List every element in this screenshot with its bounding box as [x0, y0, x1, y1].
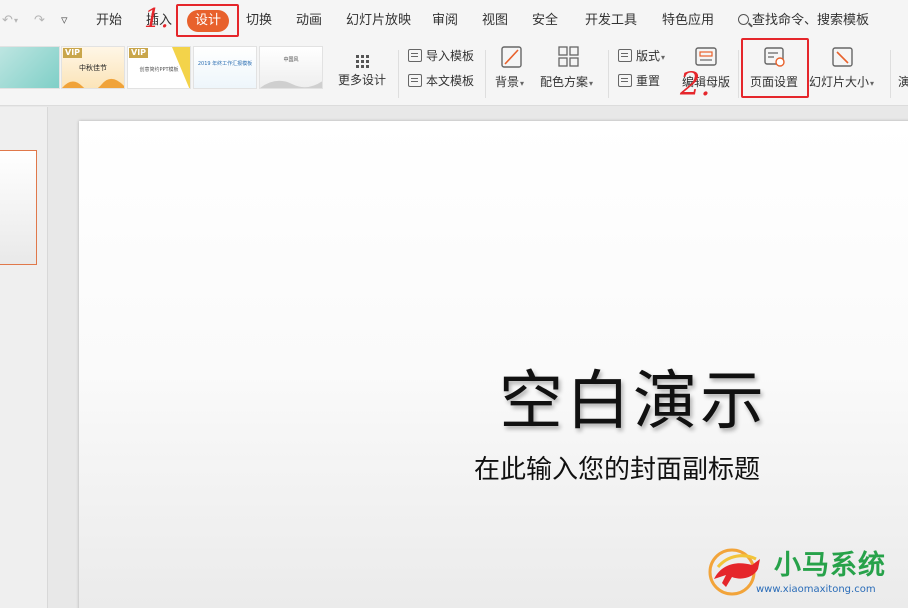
ribbon-next-button-partial[interactable]: 演 [898, 75, 908, 89]
template-decoration-icon [62, 78, 124, 88]
tab-transition[interactable]: 切换 [246, 13, 272, 29]
watermark-url: www.xiaomaxitong.com [756, 584, 876, 595]
ribbon-separator [398, 50, 399, 98]
annotation-box-design-tab [176, 4, 239, 37]
template-decoration-icon [260, 80, 322, 88]
template-thumbnail[interactable]: 2019 年终工作汇报模板 [193, 46, 257, 89]
reset-button[interactable]: 重置 [618, 73, 660, 89]
annotation-step-2: 2. [680, 65, 711, 103]
slide-size-icon [832, 47, 853, 67]
vip-badge: VIP [63, 48, 83, 58]
vip-badge: VIP [129, 48, 149, 58]
ribbon-separator [890, 50, 891, 98]
menu-bar: ↶ ▾ ↷ ▿ 开始 插入 设计 切换 动画 幻灯片放映 审阅 视图 安全 开发… [0, 0, 908, 42]
this-template-button[interactable]: 本文模板 [408, 73, 474, 89]
background-icon [501, 46, 522, 68]
ribbon-separator [738, 50, 739, 98]
this-template-icon [408, 74, 422, 87]
tab-features[interactable]: 特色应用 [662, 13, 714, 29]
template-decoration-icon [172, 47, 190, 88]
template-thumbnail[interactable]: VIP 创意简约PPT模板 [127, 46, 191, 89]
this-template-label: 本文模板 [426, 74, 475, 88]
tab-slideshow[interactable]: 幻灯片放映 [346, 13, 411, 29]
tab-security[interactable]: 安全 [532, 13, 558, 29]
annotation-step-1: 1. [144, 4, 169, 34]
template-thumbnail-text: 中国风 [283, 57, 299, 63]
import-template-button[interactable]: 导入模板 [408, 48, 474, 64]
tab-animation[interactable]: 动画 [296, 13, 322, 29]
slide-editor-area: 空白演示 在此输入您的封面副标题 [49, 107, 908, 608]
template-thumbnail-text: 中秋佳节 [79, 64, 107, 72]
undo-dropdown-icon[interactable]: ▾ [14, 13, 18, 29]
more-design-button[interactable]: 更多设计 [330, 42, 394, 94]
ribbon-separator [608, 50, 609, 98]
layout-button[interactable]: 版式▾ [618, 48, 665, 66]
import-template-label: 导入模板 [426, 49, 475, 63]
reset-label: 重置 [636, 74, 661, 88]
slide-title[interactable]: 空白演示 [499, 366, 767, 438]
layout-icon [618, 49, 632, 62]
color-scheme-button[interactable]: 配色方案▾ [538, 42, 600, 98]
undo-icon[interactable]: ↶ [2, 13, 13, 29]
edit-master-icon [695, 47, 717, 66]
tab-view[interactable]: 视图 [482, 13, 508, 29]
slide-thumbnail-panel [0, 107, 48, 608]
more-design-label: 更多设计 [338, 73, 387, 87]
layout-label: 版式 [636, 49, 661, 63]
template-thumbnail[interactable]: VIP 中秋佳节 [61, 46, 125, 89]
template-thumbnail-text: 2019 年终工作汇报模板 [197, 61, 253, 67]
import-template-icon [408, 49, 422, 62]
slide-thumbnail[interactable] [0, 150, 37, 265]
tab-review[interactable]: 审阅 [432, 13, 458, 29]
app-window: ↶ ▾ ↷ ▿ 开始 插入 设计 切换 动画 幻灯片放映 审阅 视图 安全 开发… [0, 0, 908, 608]
grid-icon [356, 55, 369, 68]
color-scheme-label: 配色方案▾ [540, 75, 594, 89]
slide-subtitle[interactable]: 在此输入您的封面副标题 [474, 454, 760, 486]
tab-home[interactable]: 开始 [96, 13, 122, 29]
slide-size-button[interactable]: 幻灯片大小▾ [808, 42, 882, 98]
search-command-label: 查找命令、搜索模板 [752, 13, 870, 28]
annotation-box-page-setup [741, 38, 809, 98]
tab-developer[interactable]: 开发工具 [585, 13, 637, 29]
template-thumbnail[interactable]: 中国风 [259, 46, 323, 89]
ribbon-separator [485, 50, 486, 98]
watermark: 小马系统 www.xiaomaxitong.com [708, 545, 908, 608]
search-icon [738, 14, 749, 25]
search-command[interactable]: 查找命令、搜索模板 [738, 13, 869, 29]
reset-icon [618, 74, 632, 87]
template-thumbnail[interactable] [0, 46, 60, 89]
slide-canvas[interactable]: 空白演示 在此输入您的封面副标题 [79, 121, 908, 608]
background-label: 背景▾ [495, 75, 525, 89]
slide-size-label: 幻灯片大小▾ [809, 75, 875, 89]
customize-toolbar-icon[interactable]: ▿ [61, 13, 68, 29]
background-button[interactable]: 背景▾ [492, 42, 530, 98]
redo-icon[interactable]: ↷ [34, 13, 45, 29]
color-scheme-icon [558, 46, 579, 67]
watermark-name: 小马系统 [774, 550, 886, 581]
